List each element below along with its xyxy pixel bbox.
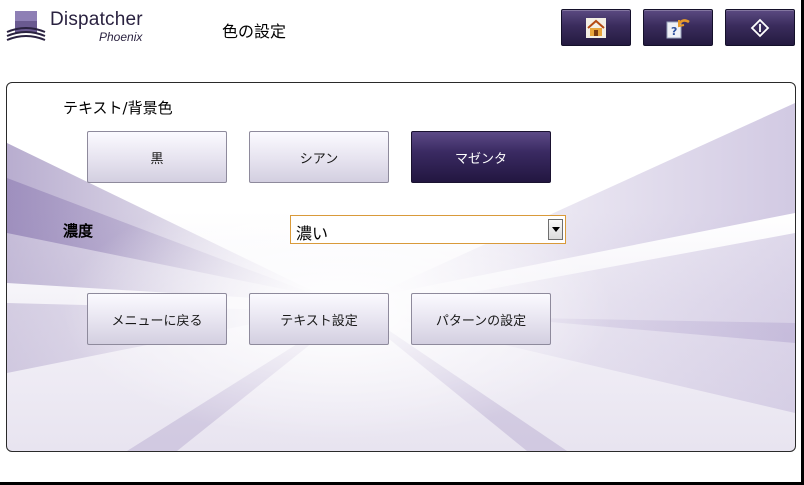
- color-black-button[interactable]: 黒: [87, 131, 227, 183]
- back-button[interactable]: ?: [643, 9, 713, 46]
- logo-subname: Phoenix: [99, 30, 143, 44]
- density-label: 濃度: [63, 222, 94, 240]
- logo-mark-icon: [6, 11, 46, 41]
- text-settings-button[interactable]: テキスト設定: [249, 293, 389, 345]
- home-icon: [586, 17, 606, 38]
- color-magenta-button[interactable]: マゼンタ: [411, 131, 551, 183]
- start-button[interactable]: [725, 9, 795, 46]
- back-to-menu-button[interactable]: メニューに戻る: [87, 293, 227, 345]
- text-background-color-label: テキスト/背景色: [63, 99, 173, 117]
- dropdown-arrow-icon[interactable]: [548, 219, 563, 240]
- screen-title: 色の設定: [222, 22, 287, 41]
- settings-panel: テキスト/背景色 黒 シアン マゼンタ 濃度 濃い メニューに戻る テキスト設定…: [6, 82, 796, 452]
- color-cyan-button[interactable]: シアン: [249, 131, 389, 183]
- back-icon: ?: [666, 18, 690, 38]
- density-select[interactable]: 濃い: [290, 215, 566, 244]
- density-select-value: 濃い: [296, 224, 329, 243]
- pattern-settings-button[interactable]: パターンの設定: [411, 293, 551, 345]
- svg-text:?: ?: [671, 25, 677, 38]
- logo-name: Dispatcher: [50, 9, 143, 30]
- app-logo: Dispatcher Phoenix: [6, 8, 156, 48]
- diamond-start-icon: [750, 18, 770, 37]
- home-button[interactable]: [561, 9, 631, 46]
